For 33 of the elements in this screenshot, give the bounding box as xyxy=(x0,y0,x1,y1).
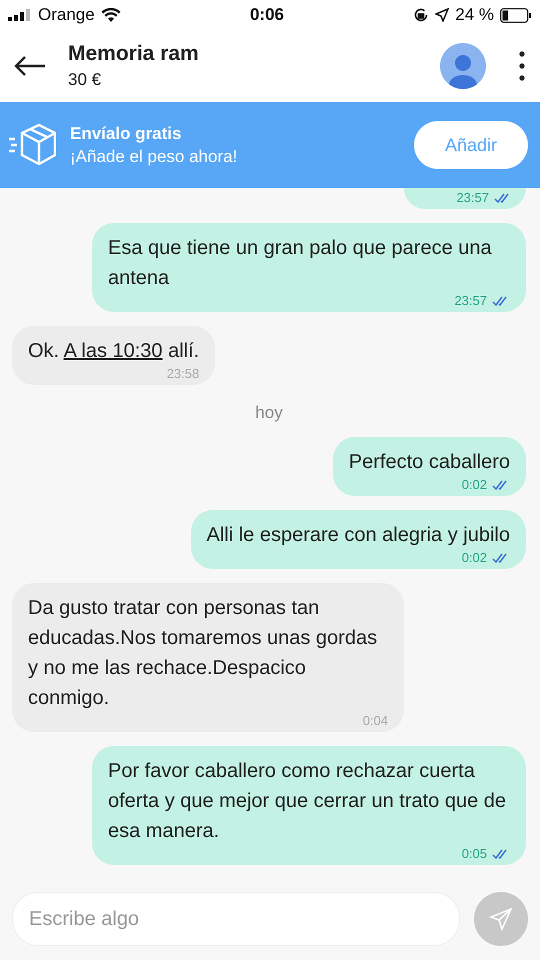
item-price: 30 € xyxy=(68,70,102,90)
message-text: Perfecto caballero xyxy=(348,450,510,475)
battery-percent: 24 % xyxy=(455,5,494,25)
rotation-lock-icon xyxy=(413,7,430,23)
message-input[interactable]: Escribe algo xyxy=(12,892,460,946)
back-arrow-icon[interactable] xyxy=(14,56,46,76)
message-text: Da gusto tratar con personas tan educadas.Nos tomaremos unas gordas y no me las rechace.Despacico conmigo. xyxy=(28,596,378,711)
message-time: 0:02 xyxy=(462,477,487,492)
clock-time: 0:06 xyxy=(250,5,284,25)
message-text: Por favor caballero como rechazar cuerta oferta y que mejor que cerrar un trato que de esa manera. xyxy=(108,759,508,844)
battery-icon xyxy=(500,8,532,22)
location-arrow-icon xyxy=(435,8,450,22)
message-time: 23:58 xyxy=(166,366,200,381)
message-time: 23:57 xyxy=(456,190,489,205)
message-text: Ok. A las 10:30 allí. xyxy=(28,339,200,364)
package-icon xyxy=(8,123,56,167)
avatar[interactable] xyxy=(440,43,486,89)
message-time: 0:02 xyxy=(462,550,487,565)
message-text: Alli le esperare con alegria y jubilo xyxy=(206,523,510,548)
message-time: 0:05 xyxy=(462,846,487,861)
message-time: 23:57 xyxy=(454,293,487,308)
signal-icon xyxy=(8,9,32,21)
wifi-icon xyxy=(100,8,121,22)
send-icon xyxy=(489,907,513,931)
banner-title: Envíalo gratis xyxy=(70,124,182,144)
message-text: Esa que tiene un gran palo que parece una antena xyxy=(108,236,493,291)
day-separator: hoy xyxy=(255,403,283,423)
chat-title: Memoria ram xyxy=(68,42,200,66)
more-options-icon[interactable] xyxy=(518,50,526,82)
banner-subtitle: ¡Añade el peso ahora! xyxy=(70,146,238,166)
time-link[interactable]: A las 10:30 xyxy=(64,340,163,362)
message-time: 0:04 xyxy=(362,713,388,728)
carrier-name: Orange xyxy=(38,5,95,25)
